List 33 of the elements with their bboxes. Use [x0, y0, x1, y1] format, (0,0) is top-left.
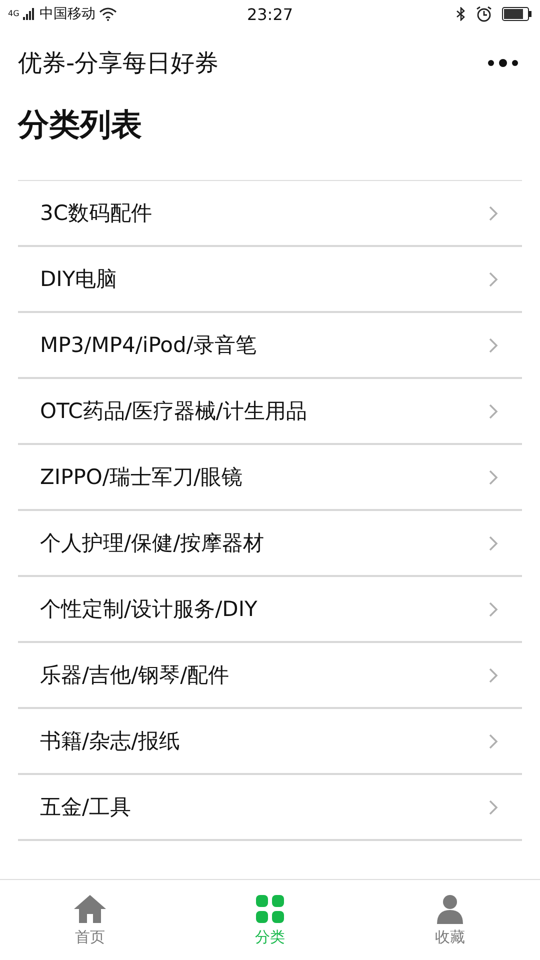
person-icon [435, 894, 465, 924]
bluetooth-icon [456, 7, 466, 21]
chevron-icon [489, 206, 498, 220]
chevron-icon [489, 734, 498, 748]
battery-icon [502, 7, 532, 21]
category-item[interactable]: 个人护理/保健/按摩器材 [18, 511, 522, 577]
section-heading: 分类列表 [18, 106, 143, 145]
chevron-icon [489, 272, 498, 286]
chevron-icon [489, 668, 498, 682]
alarm-icon [476, 6, 492, 22]
chevron-icon [489, 470, 498, 484]
network-type: 4G [8, 9, 20, 18]
home-icon [73, 894, 107, 924]
category-item[interactable]: 3C数码配件 [18, 181, 522, 247]
category-item[interactable]: 书籍/杂志/报纸 [18, 709, 522, 775]
category-item[interactable]: 五金/工具 [18, 775, 522, 841]
chevron-icon [489, 800, 498, 814]
signal-icon [23, 8, 36, 20]
wifi-icon [99, 7, 118, 21]
category-item[interactable]: OTC药品/医疗器械/计生用品 [18, 379, 522, 445]
category-item[interactable]: ZIPPO/瑞士军刀/眼镜 [18, 445, 522, 511]
clock-time: 23:27 [246, 4, 294, 24]
category-item[interactable]: 乐器/吉他/钢琴/配件 [18, 643, 522, 709]
category-item[interactable]: DIY电脑 [18, 247, 522, 313]
chevron-icon [489, 404, 498, 418]
chevron-icon [489, 602, 498, 616]
grid-icon [255, 894, 285, 924]
page-title: 优券-分享每日好券 [18, 48, 219, 79]
category-item[interactable]: MP3/MP4/iPod/录音笔 [18, 313, 522, 379]
chevron-icon [489, 536, 498, 550]
category-item[interactable]: 个性定制/设计服务/DIY [18, 577, 522, 643]
carrier-name: 中国移动 [39, 5, 96, 23]
chevron-icon [489, 338, 498, 352]
